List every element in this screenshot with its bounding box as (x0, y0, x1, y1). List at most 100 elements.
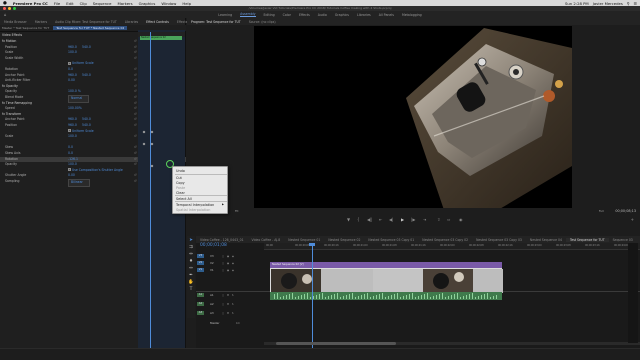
eye-icon[interactable]: ◉ (232, 254, 235, 258)
track-select-tool-icon[interactable]: ⇉ (188, 245, 194, 251)
timeline-scroll-thumb[interactable] (276, 342, 396, 345)
lock-icon[interactable]: ▢ (222, 261, 225, 265)
source-patch-toggle[interactable]: A1 (197, 293, 204, 297)
go-to-out-icon[interactable]: ⇥ (423, 217, 426, 222)
lift-icon[interactable]: ⇧ (437, 217, 440, 222)
menu-app[interactable]: Premiere Pro CC (13, 1, 48, 6)
sequence-tab[interactable]: Nested Sequence 02 (324, 238, 364, 242)
home-icon[interactable]: ⌂ (4, 12, 7, 17)
sync-icon[interactable]: ▣ (227, 261, 230, 265)
effect-dropdown[interactable]: Bilinear (68, 179, 90, 187)
menu-clip[interactable]: Clip (80, 1, 87, 6)
mute-icon[interactable]: M (227, 293, 230, 297)
lock-icon[interactable]: ▢ (222, 311, 225, 315)
pen-tool-icon[interactable]: ✒ (188, 273, 194, 279)
step-back-frame-icon[interactable]: ◀| (389, 217, 393, 222)
menu-sequence[interactable]: Sequence (93, 1, 112, 6)
sync-icon[interactable]: ▣ (227, 254, 230, 258)
effect-panel-tab[interactable]: Media Browser (0, 20, 31, 24)
source-patch-toggle[interactable]: V1 (197, 268, 204, 272)
menu-file[interactable]: File (54, 1, 60, 6)
workspace-tab-learning[interactable]: Learning (218, 13, 232, 17)
workspace-tab-effects[interactable]: Effects (299, 13, 310, 17)
workspace-tab-audio[interactable]: Audio (318, 13, 327, 17)
effect-source-label[interactable]: Master * Test Sequence for TUT (2, 26, 49, 30)
source-patch-toggle[interactable]: A3 (197, 311, 204, 315)
reset-parameter-icon[interactable]: ↺ (134, 179, 137, 185)
extract-icon[interactable]: ⇨ (447, 217, 450, 222)
context-menu-item-undo[interactable]: Undo (176, 169, 185, 173)
sequence-tab[interactable]: Nested Sequence 03 Copy 01 (364, 238, 418, 242)
step-back-icon[interactable]: ◀‖ (367, 217, 372, 222)
solo-icon[interactable]: S (232, 302, 235, 306)
sequence-tab[interactable]: Test Sequence for TUT (565, 237, 609, 242)
lock-icon[interactable]: ▢ (222, 302, 225, 306)
lock-icon[interactable]: ▢ (222, 254, 225, 258)
ripple-edit-tool-icon[interactable]: ⇔ (188, 252, 194, 258)
menu-window[interactable]: Window (161, 1, 176, 6)
sequence-tab[interactable]: Nested Sequence 04 (526, 238, 566, 242)
workspace-tab-color[interactable]: Color (283, 13, 291, 17)
mute-icon[interactable]: M (227, 311, 230, 315)
apple-logo-icon[interactable]: ● (3, 1, 7, 6)
checkbox-icon[interactable] (68, 168, 71, 172)
checkbox-icon[interactable] (68, 129, 71, 133)
lock-icon[interactable]: ▢ (222, 268, 225, 272)
workspace-tab-graphics[interactable]: Graphics (335, 13, 349, 17)
effect-panel-tab[interactable]: Markers (31, 20, 51, 24)
context-menu-item-select-all[interactable]: Select All (176, 197, 192, 201)
audio-clip[interactable] (270, 292, 502, 300)
go-to-in-icon[interactable]: ⇤ (379, 217, 382, 222)
effect-panel-tab[interactable]: Libraries (121, 20, 142, 24)
keyframe-playhead[interactable] (150, 32, 151, 348)
slip-tool-icon[interactable]: ↔ (188, 266, 194, 272)
master-volume-value[interactable]: 0.0 (236, 321, 239, 325)
effect-sequence-pill[interactable]: Test Sequence for TUT * Nested Sequence … (53, 26, 128, 30)
menu-help[interactable]: Help (182, 1, 191, 6)
marker-icon[interactable]: ▼ (347, 217, 350, 222)
context-menu-item-clear[interactable]: Clear (176, 191, 185, 195)
source-patch-toggle[interactable]: V2 (197, 261, 204, 265)
workspace-tab-all-panels[interactable]: All Panels (379, 13, 394, 17)
menubar-user[interactable]: Javier Mercedes (593, 1, 623, 6)
eye-icon[interactable]: ◉ (232, 261, 235, 265)
menu-edit[interactable]: Edit (66, 1, 73, 6)
workspace-tab-metalogging[interactable]: Metalogging (402, 13, 422, 17)
keyframe-clip-bar[interactable]: Nested Sequence 02 (140, 36, 182, 40)
minimize-window-icon[interactable] (8, 7, 11, 10)
sequence-tab[interactable]: Nested Sequence 03 Copy 02 (418, 238, 472, 242)
notification-center-icon[interactable]: ☰ (634, 1, 637, 6)
video-clip-nested-sequence[interactable] (270, 268, 503, 293)
sync-icon[interactable]: ▣ (227, 268, 230, 272)
selection-tool-icon[interactable]: ➤ (188, 238, 194, 244)
razor-tool-icon[interactable]: ♦ (188, 259, 194, 265)
sequence-tab[interactable]: Video Coffee - 126_0443_01 (196, 238, 248, 242)
monitor-tab[interactable]: Source: (no clips) (245, 20, 280, 24)
effect-panel-tab[interactable]: Audio Clip Mixer: Test Sequence for TUT (51, 20, 121, 24)
timeline-timecode[interactable]: 00;00;01;08 (200, 243, 227, 248)
fit-dropdown[interactable]: Fit (235, 209, 239, 213)
menu-graphics[interactable]: Graphics (139, 1, 156, 6)
lock-icon[interactable]: ▢ (222, 293, 225, 297)
workspace-tab-editing[interactable]: Editing (264, 13, 275, 17)
export-frame-icon[interactable]: ◉ (459, 217, 463, 222)
program-monitor-video[interactable] (254, 26, 572, 210)
sequence-tab[interactable]: Video Coffee - AJ.8 (248, 238, 285, 242)
sequence-tab[interactable]: Nested Sequence 01 (284, 238, 324, 242)
sequence-tab[interactable]: Nested Sequence 03 Copy 03 (472, 238, 526, 242)
monitor-tab[interactable]: Program: Test Sequence for TUT (187, 20, 245, 24)
solo-icon[interactable]: S (232, 311, 235, 315)
workspace-tab-assembly[interactable]: Assembly (240, 12, 256, 17)
checkbox-icon[interactable] (68, 61, 71, 65)
step-forward-icon[interactable]: |▶ (411, 217, 415, 222)
context-menu-item-temporal-interpolation[interactable]: Temporal Interpolation (176, 203, 214, 207)
timeline-playhead[interactable] (312, 243, 313, 348)
close-window-icon[interactable] (3, 7, 6, 10)
type-tool-icon[interactable]: T (188, 287, 194, 293)
context-menu-item-copy[interactable]: Copy (176, 181, 185, 185)
spotlight-icon[interactable]: ⚲ (627, 1, 630, 6)
timeline-ruler[interactable]: 00;00 00;00;00;08 00;00;00;16 00;00;01;00 00… (264, 243, 640, 250)
menu-markers[interactable]: Markers (117, 1, 132, 6)
hand-tool-icon[interactable]: ✋ (188, 280, 194, 286)
resolution-dropdown[interactable]: Full (599, 209, 604, 213)
